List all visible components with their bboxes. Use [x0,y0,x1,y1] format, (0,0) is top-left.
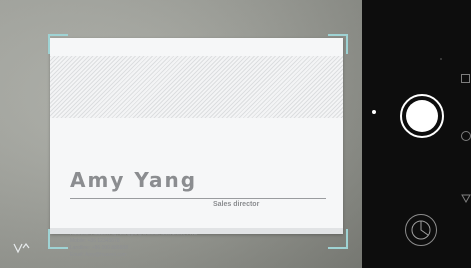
card-bottom-strip [50,228,343,234]
shutter-button[interactable] [400,94,444,138]
back-icon[interactable] [461,190,471,204]
card-mobile: Mobile: +86 12345678 [70,238,120,244]
card-landline: Landline: +86 000 888888 [70,245,128,251]
gallery-button[interactable] [405,214,437,246]
card-details: Address: Huawei HQ, Longgang District, S… [70,231,330,259]
expand-icon[interactable] [12,240,32,254]
system-navigation-bar [459,0,471,268]
gallery-icon [411,220,431,240]
crop-corner-top-right [328,34,348,54]
crop-corner-top-left [48,34,68,54]
business-card: Amy Yang Sales director Address: Huawei … [50,38,343,258]
card-email: Email: Amy@huawei.com [70,252,127,258]
camera-controls-panel [362,0,471,268]
card-title: Sales director [213,201,260,208]
crop-corner-bottom-left [48,229,68,249]
home-icon[interactable] [461,131,471,141]
card-name: Amy Yang [70,168,198,192]
card-divider [70,198,326,199]
camera-viewfinder[interactable]: Amy Yang Sales director Address: Huawei … [0,0,362,268]
mode-indicator-dot [372,110,376,114]
crop-corner-bottom-right [328,229,348,249]
shutter-icon [406,100,438,132]
recent-apps-icon[interactable] [461,74,470,83]
status-dot [440,58,442,60]
card-hatch-pattern [50,56,343,118]
